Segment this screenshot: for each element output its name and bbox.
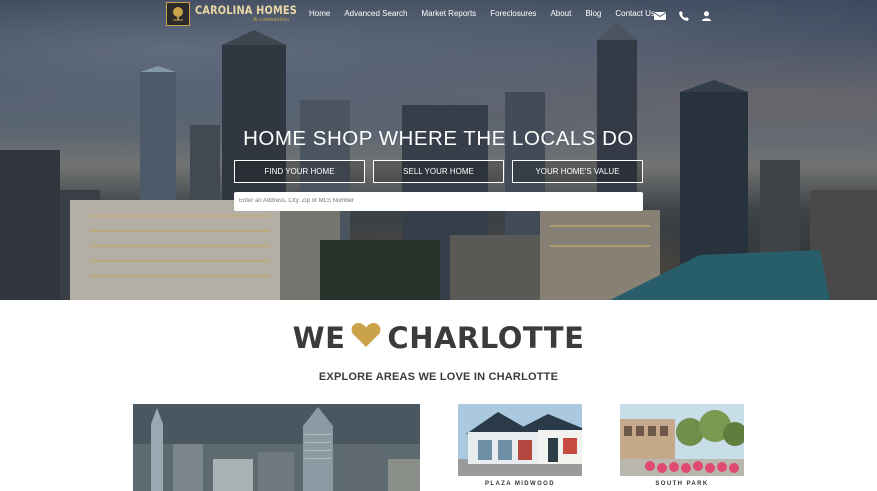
nav-foreclosures[interactable]: Foreclosures	[490, 9, 536, 18]
explore-subtitle: EXPLORE AREAS WE LOVE IN CHARLOTTE	[318, 371, 559, 383]
nav-market-reports[interactable]: Market Reports	[422, 9, 477, 18]
area-card-uptown[interactable]	[133, 404, 420, 491]
area-label-plaza-midwood[interactable]: PLAZA MIDWOOD	[458, 481, 582, 487]
home-value-button[interactable]: YOUR HOME'S VALUE	[512, 160, 643, 183]
area-card-south-park[interactable]	[620, 404, 744, 476]
nav-icons	[653, 8, 724, 26]
user-icon[interactable]	[702, 8, 711, 26]
brand-name: CAROLINA HOMES	[195, 2, 297, 17]
find-your-home-button[interactable]: FIND YOUR HOME	[234, 160, 365, 183]
sell-your-home-button[interactable]: SELL YOUR HOME	[373, 160, 504, 183]
main-menu: Home Advanced Search Market Reports Fore…	[309, 9, 669, 18]
hero-banner: CAROLINA HOMES & communities Home Advanc…	[0, 0, 877, 300]
property-search-input[interactable]	[234, 192, 643, 211]
tree-logo-icon	[166, 2, 190, 26]
top-navigation: CAROLINA HOMES & communities Home Advanc…	[0, 0, 877, 30]
nav-advanced-search[interactable]: Advanced Search	[344, 9, 407, 18]
phone-icon[interactable]	[679, 8, 689, 26]
south-park-image	[620, 404, 744, 476]
nav-blog[interactable]: Blog	[585, 9, 601, 18]
heart-icon	[351, 321, 381, 355]
we-love-charlotte-heading: WE CHARLOTTE	[0, 321, 877, 355]
uptown-aerial-image	[133, 404, 420, 491]
hero-actions: FIND YOUR HOME SELL YOUR HOME YOUR HOME'…	[234, 160, 651, 183]
hero-headline: HOME SHOP WHERE THE LOCALS DO	[243, 127, 634, 150]
plaza-midwood-image	[458, 404, 582, 476]
area-card-plaza-midwood[interactable]	[458, 404, 582, 476]
nav-contact-us[interactable]: Contact Us	[615, 9, 655, 18]
heading-we: WE	[292, 321, 346, 355]
nav-about[interactable]: About	[550, 9, 571, 18]
nav-home[interactable]: Home	[309, 9, 330, 18]
brand-tagline: & communities	[253, 17, 290, 24]
area-label-south-park[interactable]: SOUTH PARK	[620, 481, 744, 487]
envelope-icon[interactable]	[653, 8, 667, 26]
brand-logo[interactable]: CAROLINA HOMES & communities	[166, 2, 315, 26]
heading-charlotte: CHARLOTTE	[387, 321, 585, 355]
